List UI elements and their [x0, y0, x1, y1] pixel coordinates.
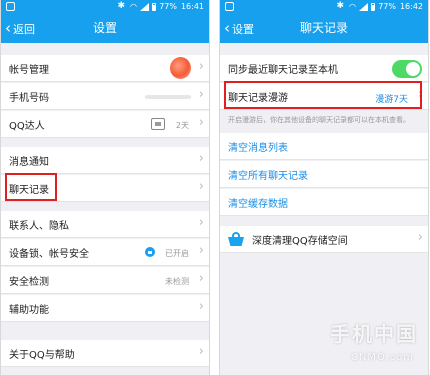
- clear-cache-link: 清空缓存数据: [228, 198, 288, 210]
- chevron-right-icon: ›: [198, 151, 204, 166]
- settings-item-security-check[interactable]: 安全检测 未检测 ›: [1, 267, 209, 294]
- status-time: 16:41: [180, 2, 204, 11]
- sync-recent-row: 同步最近聊天记录至本机: [220, 55, 428, 82]
- clear-cache-row[interactable]: 清空缓存数据: [220, 189, 428, 216]
- daren-badge-icon: [151, 118, 165, 130]
- chevron-right-icon: ›: [198, 115, 204, 130]
- settings-item-account[interactable]: 帐号管理 ›: [1, 55, 209, 82]
- wifi-icon: ◠: [130, 2, 137, 11]
- roaming-hint: 开启漫游后，你在其他设备的聊天记录都可以在本机查看。: [228, 116, 410, 124]
- highlight-box-chat-history: [5, 173, 57, 201]
- chevron-right-icon: ›: [198, 87, 204, 102]
- page-title: 设置: [92, 21, 117, 35]
- chevron-right-icon: ›: [198, 59, 204, 74]
- toggle-knob: [406, 62, 420, 76]
- status-bar: ✱ ◠ 77% 16:42: [220, 0, 428, 14]
- bluetooth-icon: ✱: [336, 1, 344, 11]
- clear-message-list-row[interactable]: 清空消息列表: [220, 133, 428, 160]
- lock-icon: [145, 247, 155, 257]
- settings-item-device-lock[interactable]: 设备锁、帐号安全 已开启 ›: [1, 239, 209, 266]
- settings-item-label: 消息通知: [9, 156, 49, 168]
- chat-history-screen: ✱ ◠ 77% 16:42 ‹ 设置 聊天记录 同步最近聊天记录至本机 聊天记录…: [219, 0, 429, 375]
- device-lock-status: 已开启: [165, 249, 189, 258]
- chevron-right-icon: ›: [198, 271, 204, 286]
- sync-recent-label: 同步最近聊天记录至本机: [228, 64, 338, 76]
- status-bar: ✱ ◠ 77% 16:41: [1, 0, 209, 14]
- sync-recent-toggle[interactable]: [392, 60, 422, 78]
- settings-item-label: 手机号码: [9, 92, 49, 104]
- battery-icon: [152, 3, 156, 11]
- signal-icon: [140, 3, 149, 11]
- settings-item-label: 关于QQ与帮助: [9, 349, 75, 361]
- signal-icon: [359, 3, 368, 11]
- settings-item-about-help[interactable]: 关于QQ与帮助 ›: [1, 340, 209, 367]
- chevron-right-icon: ›: [198, 243, 204, 258]
- chevron-right-icon: ›: [198, 179, 204, 194]
- battery-icon: [371, 3, 375, 11]
- page-title: 聊天记录: [299, 21, 348, 35]
- bluetooth-icon: ✱: [117, 1, 125, 11]
- clear-all-history-link: 清空所有聊天记录: [228, 170, 308, 182]
- settings-item-qq-daren[interactable]: QQ达人 2天 ›: [1, 111, 209, 138]
- battery-percent: 77%: [159, 2, 177, 11]
- settings-item-label: 设备锁、帐号安全: [9, 248, 89, 260]
- settings-item-phone[interactable]: 手机号码 ›: [1, 83, 209, 110]
- settings-item-notifications[interactable]: 消息通知 ›: [1, 147, 209, 174]
- notification-icon: [225, 2, 234, 11]
- status-time: 16:42: [399, 2, 423, 11]
- security-check-status: 未检测: [165, 277, 189, 286]
- settings-screen: ✱ ◠ 77% 16:41 ‹ 返回 设置 帐号管理 › 手机号码 › QQ达人…: [0, 0, 210, 375]
- battery-percent: 77%: [378, 2, 396, 11]
- settings-item-label: 帐号管理: [9, 64, 49, 76]
- chevron-right-icon: ›: [198, 344, 204, 359]
- nav-bar: ‹ 返回 设置: [1, 14, 209, 43]
- qq-daren-days: 2天: [175, 121, 189, 130]
- chevron-right-icon: ›: [198, 299, 204, 314]
- chevron-right-icon: ›: [417, 230, 423, 245]
- clear-message-list-link: 清空消息列表: [228, 142, 288, 154]
- settings-item-label: 辅助功能: [9, 304, 49, 316]
- masked-phone-number: [145, 95, 191, 99]
- wifi-icon: ◠: [349, 2, 356, 11]
- settings-item-label: QQ达人: [9, 120, 45, 132]
- settings-item-label: 联系人、隐私: [9, 220, 69, 232]
- watermark-subtext: CNMO.com: [350, 352, 414, 363]
- avatar: [170, 57, 191, 79]
- basket-icon: [228, 232, 244, 246]
- chevron-right-icon: ›: [198, 215, 204, 230]
- deep-clean-row[interactable]: 深度清理QQ存储空间 ›: [220, 226, 428, 253]
- settings-item-label: 安全检测: [9, 276, 49, 288]
- settings-item-contacts-privacy[interactable]: 联系人、隐私 ›: [1, 211, 209, 238]
- settings-item-accessibility[interactable]: 辅助功能 ›: [1, 295, 209, 322]
- highlight-box-roaming: [224, 81, 422, 109]
- watermark-logo: 手机中国: [330, 322, 418, 346]
- notification-icon: [6, 2, 15, 11]
- nav-bar: ‹ 设置 聊天记录: [220, 14, 428, 43]
- deep-clean-label: 深度清理QQ存储空间: [252, 235, 348, 247]
- clear-all-history-row[interactable]: 清空所有聊天记录: [220, 161, 428, 188]
